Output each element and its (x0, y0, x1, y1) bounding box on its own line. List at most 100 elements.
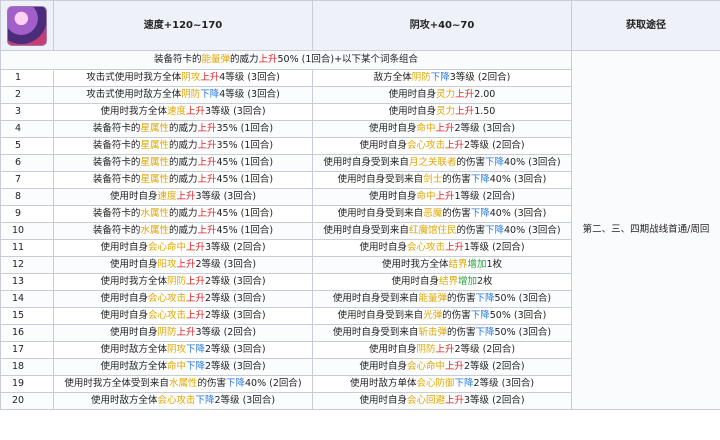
effect-highlight: 上升 (176, 327, 196, 339)
effect-highlight: 会心命中 (147, 242, 186, 254)
effect-highlight: 下降 (475, 293, 495, 305)
effect-highlight: 下降 (185, 361, 205, 373)
effect-highlight: 上升 (197, 174, 217, 186)
effect-text: 1.50 (474, 106, 496, 118)
effect-text: 使用时自身 (388, 106, 437, 118)
effect-text: 使用时自身受到来自 (323, 157, 409, 169)
effect-text: 35% (1回合) (216, 140, 274, 152)
row-number: 17 (0, 341, 54, 359)
effect-highlight: 下降 (470, 208, 490, 220)
bonus-table: 速度+120~170 阴攻+40~70 获取途径 装备符卡的能量弹的威力上升50… (0, 0, 720, 410)
effect-text: 4等级 (3回合) (219, 89, 280, 101)
column-header-attack: 阴攻+40~70 (312, 0, 572, 51)
attack-effect: 使用时自身受到来自斩击弹的伤害下降50% (3回合) (312, 324, 572, 342)
speed-effect: 使用时我方全体速度上升3等级 (3回合) (53, 103, 313, 121)
effect-text: 使用时敌方全体 (100, 361, 167, 373)
effect-text: 50% (3回合) (494, 327, 552, 339)
effect-highlight: 会心攻击 (406, 242, 445, 254)
effect-text: 的威力 (168, 140, 198, 152)
effect-highlight: 上升 (197, 157, 217, 169)
effect-text: 45% (1回合) (216, 225, 274, 237)
effect-text: 的伤害 (456, 225, 485, 237)
effect-text: 使用时自身 (359, 140, 407, 152)
effect-text: 使用时自身受到来自 (337, 310, 424, 322)
effect-text: 3等级 (2回合) (205, 242, 266, 254)
effect-text: 40% (2回合) (244, 378, 302, 390)
effect-highlight: 下降 (185, 344, 205, 356)
effect-text: 3等级 (3回合) (195, 191, 257, 203)
effect-highlight: 会心回避 (406, 395, 445, 407)
acquire-method: 第二、三、四期战线首通/周回 (571, 50, 720, 410)
effect-text: 使用时自身 (368, 344, 417, 356)
effect-highlight: 上升 (197, 140, 217, 152)
attack-effect: 使用时自身会心命中上升2等级 (2回合) (312, 358, 572, 376)
effect-text: 使用时自身 (109, 259, 158, 271)
effect-text: 2等级 (3回合) (205, 276, 266, 288)
effect-highlight: 速度 (166, 106, 186, 118)
speed-effect: 使用时自身会心攻击上升2等级 (3回合) (53, 307, 313, 325)
effect-text: 使用时自身 (109, 191, 158, 203)
row-number: 5 (0, 137, 54, 155)
effect-text: 的威力 (168, 208, 198, 220)
effect-highlight: 上升 (185, 276, 205, 288)
effect-highlight: 水属性 (140, 208, 169, 220)
attack-effect: 使用时自身会心攻击上升2等级 (2回合) (312, 137, 572, 155)
effect-highlight: 下降 (195, 395, 215, 407)
effect-highlight: 下降 (470, 174, 490, 186)
attack-effect: 使用时自身受到来自恶魔的伤害下降40% (3回合) (312, 205, 572, 223)
effect-highlight: 会心防御 (416, 378, 455, 390)
speed-effect: 使用时我方全体阴防上升2等级 (3回合) (53, 273, 313, 291)
effect-text: 装备符卡的 (92, 140, 141, 152)
effect-text: 使用时自身 (359, 395, 407, 407)
attack-effect: 使用时自身结界增加2枚 (312, 273, 572, 291)
effect-highlight: 灵力 (436, 89, 456, 101)
effect-text: 2枚 (477, 276, 493, 288)
effect-text: 攻击式使用时敌方全体 (86, 89, 182, 101)
speed-effect: 使用时自身速度上升3等级 (3回合) (53, 188, 313, 206)
effect-text: 40% (3回合) (489, 208, 547, 220)
speed-effect: 装备符卡的星属性的威力上升45% (1回合) (53, 171, 313, 189)
intro-mid: 的威力 (229, 54, 259, 66)
speed-effect: 使用时我方全体受到来自水属性的伤害下降40% (2回合) (53, 375, 313, 393)
row-number: 8 (0, 188, 54, 206)
effect-text: 2等级 (2回合) (464, 361, 525, 373)
effect-highlight: 斩击弹 (418, 327, 447, 339)
speed-effect: 使用时敌方全体阴攻下降2等级 (3回合) (53, 341, 313, 359)
effect-text: 40% (3回合) (489, 174, 547, 186)
effect-text: 使用时我方全体 (100, 106, 167, 118)
attack-effect: 使用时自身会心攻击上升1等级 (2回合) (312, 239, 572, 257)
effect-text: 40% (3回合) (503, 225, 561, 237)
effect-highlight: 结界 (448, 259, 468, 271)
effect-text: 的伤害 (442, 174, 471, 186)
effect-text: 2等级 (3回合) (214, 395, 276, 407)
effect-highlight: 上升 (197, 123, 217, 135)
effect-highlight: 上升 (200, 72, 220, 84)
effect-text: 45% (1回合) (216, 208, 274, 220)
effect-highlight: 水属性 (168, 378, 198, 390)
intro-pre: 装备符卡的 (153, 54, 202, 66)
effect-text: 1等级 (2回合) (454, 191, 516, 203)
effect-text: 3等级 (2回合) (195, 327, 257, 339)
column-header-acquire: 获取途径 (571, 0, 720, 51)
effect-highlight: 下降 (225, 378, 245, 390)
effect-text: 的伤害 (442, 310, 471, 322)
effect-text: 的伤害 (446, 327, 476, 339)
speed-effect: 装备符卡的星属性的威力上升35% (1回合) (53, 137, 313, 155)
effect-text: 2等级 (3回合) (205, 361, 266, 373)
effect-text: 的伤害 (442, 208, 471, 220)
effect-text: 使用时自身受到来自 (332, 327, 419, 339)
attack-effect: 使用时自身受到来自红魔馆住民的伤害下降40% (3回合) (312, 222, 572, 240)
attack-effect: 使用时自身灵力上升1.50 (312, 103, 572, 121)
effect-highlight: 阴防 (416, 344, 436, 356)
effect-highlight: 能量弹 (418, 293, 447, 305)
effect-text: 使用时自身 (109, 327, 158, 339)
effect-text: 装备符卡的 (92, 157, 141, 169)
effect-text: 使用时我方全体 (100, 276, 167, 288)
effect-highlight: 下降 (430, 72, 450, 84)
effect-highlight: 命中 (166, 361, 186, 373)
effect-text: 的伤害 (456, 157, 485, 169)
effect-highlight: 上升 (435, 191, 455, 203)
speed-effect: 使用时敌方全体命中下降2等级 (3回合) (53, 358, 313, 376)
effect-highlight: 增加 (467, 259, 487, 271)
effect-highlight: 上升 (185, 310, 205, 322)
